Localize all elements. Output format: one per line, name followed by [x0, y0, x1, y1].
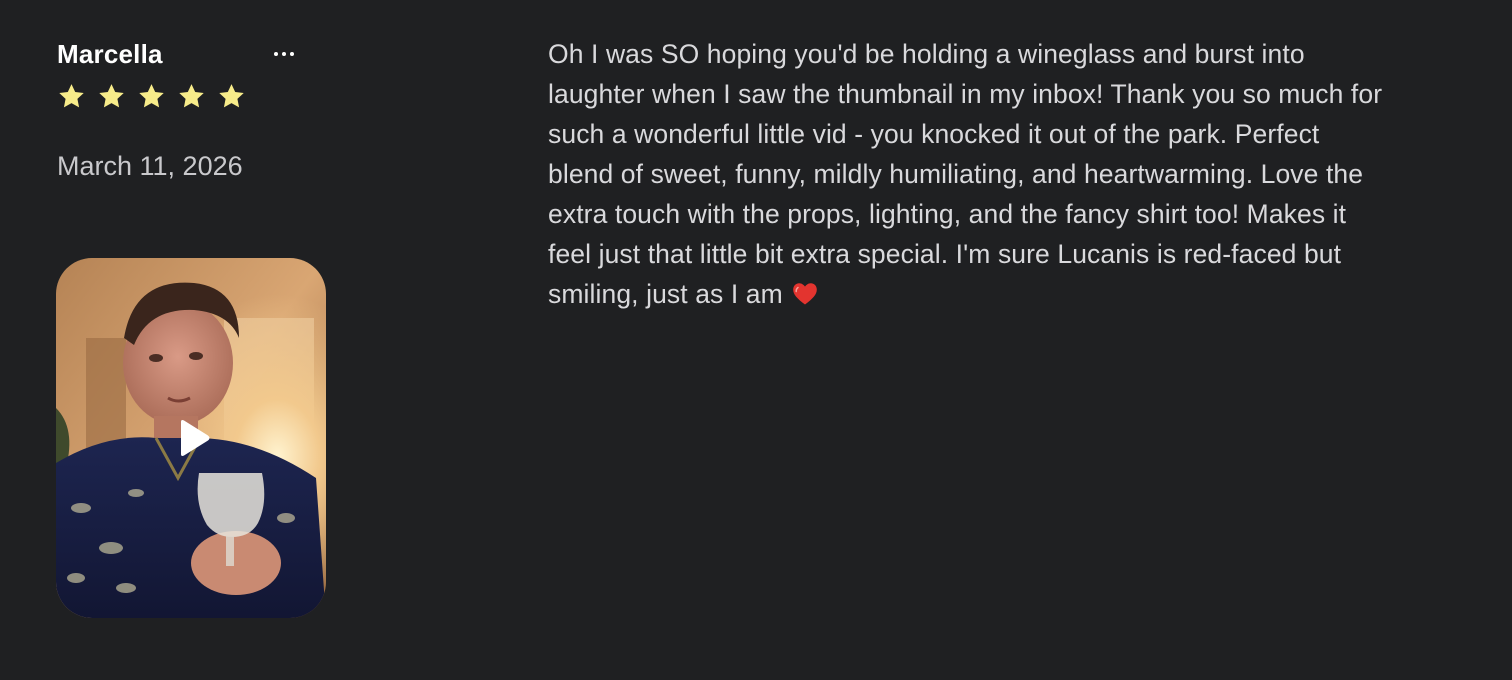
- star-icon: [139, 84, 164, 108]
- review-text-line-last: smiling, just as I am: [548, 274, 1478, 314]
- review-text-line: extra touch with the props, lighting, an…: [548, 199, 1347, 229]
- review-text-line: feel just that little bit extra special.…: [548, 239, 1342, 269]
- more-options-button[interactable]: [263, 38, 305, 70]
- review-body: Oh I was SO hoping you'd be holding a wi…: [548, 34, 1478, 314]
- reviewer-name: Marcella: [57, 39, 163, 69]
- star-icon: [59, 84, 84, 108]
- review-card: Marcella March 11, 2026 Oh I was SO hopi…: [0, 0, 1512, 680]
- review-text-line: blend of sweet, funny, mildly humiliatin…: [548, 159, 1364, 189]
- star-icon: [179, 84, 204, 108]
- star-icon: [219, 84, 244, 108]
- video-thumbnail[interactable]: [56, 258, 326, 618]
- review-text-line: Oh I was SO hoping you'd be holding a wi…: [548, 39, 1305, 69]
- review-text-line: such a wonderful little vid - you knocke…: [548, 119, 1320, 149]
- review-meta: Marcella March 11, 2026: [56, 0, 357, 680]
- review-text-line: laughter when I saw the thumbnail in my …: [548, 79, 1383, 109]
- star-icon: [99, 84, 124, 108]
- review-date: March 11, 2026: [57, 151, 243, 181]
- review-text-last-words: smiling, just as I am: [548, 279, 783, 309]
- star-rating: [57, 82, 246, 114]
- heart-icon: [793, 283, 818, 305]
- play-icon[interactable]: [177, 419, 211, 457]
- more-options-icon: [274, 52, 278, 56]
